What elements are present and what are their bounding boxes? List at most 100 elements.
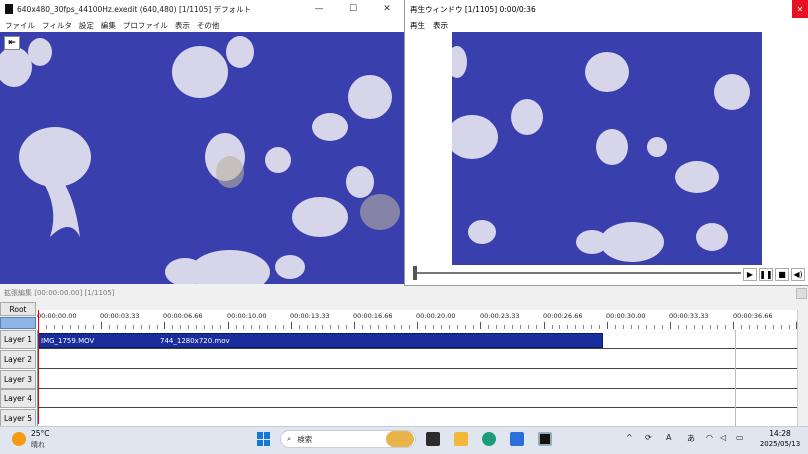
menu-file[interactable]: ファイル [5, 20, 35, 31]
ruler-tick [559, 325, 561, 329]
main-window-title: 640x480_30fps_44100Hz.exedit (640,480) [… [17, 4, 252, 14]
layer-2-row[interactable] [37, 350, 808, 369]
time-ruler[interactable]: 00:00:00.00 00:00:03.33 00:00:06.66 00:0… [37, 310, 798, 330]
menu-view[interactable]: 表示 [175, 20, 190, 31]
timeline-vscroll[interactable] [797, 310, 808, 426]
ruler-tick [630, 325, 632, 329]
seek-handle[interactable] [413, 266, 417, 280]
ruler-tick [124, 325, 126, 329]
pause-button[interactable]: ❚❚ [759, 268, 773, 281]
chevron-up-icon[interactable]: ^ [626, 433, 633, 442]
ruler-tick [701, 325, 703, 329]
volume-button[interactable]: ◀) [791, 268, 805, 281]
jump-to-start-button[interactable]: ⇤ [4, 36, 20, 50]
menu-preview-view[interactable]: 表示 [433, 20, 448, 31]
layer-2-label[interactable]: Layer 2 [0, 350, 36, 369]
ruler-tick [504, 325, 506, 329]
wifi-icon[interactable]: ◠ [706, 433, 713, 442]
search-highlight-icon[interactable] [386, 431, 414, 447]
store-icon[interactable] [510, 432, 524, 446]
ruler-tick [251, 325, 253, 329]
ruler-tick [496, 325, 498, 329]
ruler-tick [275, 325, 276, 329]
ruler-tick [519, 325, 521, 329]
ruler-tick [282, 325, 284, 329]
ruler-tick [425, 325, 427, 329]
task-view-icon[interactable] [426, 432, 440, 446]
seek-bar[interactable] [415, 272, 741, 274]
main-titlebar[interactable]: 640x480_30fps_44100Hz.exedit (640,480) [… [0, 0, 404, 18]
ruler-tick [369, 325, 371, 329]
ruler-tick [172, 325, 174, 329]
layer-1-label[interactable]: Layer 1 [0, 330, 36, 349]
ruler-tick [685, 325, 687, 329]
root-scene-button[interactable]: Root [0, 302, 36, 316]
ruler-tick [53, 325, 55, 329]
sync-icon[interactable]: ⟳ [645, 433, 652, 442]
layer-4-row[interactable] [37, 389, 808, 408]
sun-icon[interactable] [12, 432, 26, 446]
menu-settings[interactable]: 設定 [79, 20, 94, 31]
ruler-tick [401, 325, 403, 329]
menu-play[interactable]: 再生 [410, 20, 425, 31]
preview-video-frame [452, 32, 762, 265]
menu-other[interactable]: その他 [197, 20, 220, 31]
font-icon[interactable]: A [666, 433, 671, 442]
battery-icon[interactable]: ▭ [736, 433, 744, 442]
ruler-tick [693, 325, 695, 329]
ruler-tick [330, 325, 332, 329]
ruler-tick [298, 325, 300, 329]
ruler-tick [440, 325, 442, 329]
ruler-tick [551, 325, 553, 329]
ruler-tick [156, 325, 158, 329]
clip-label-2: 744_1280x720.mov [160, 337, 230, 345]
layer-3-row[interactable] [37, 370, 808, 389]
clock-date[interactable]: 2025/05/13 [756, 440, 804, 448]
aviutl-app-icon[interactable] [538, 432, 552, 446]
zoom-bar[interactable] [0, 317, 36, 329]
edge-browser-icon[interactable] [482, 432, 496, 446]
search-placeholder: 検索 [297, 434, 313, 444]
ruler-tick [393, 325, 395, 329]
weather-temperature[interactable]: 25°C [31, 429, 50, 438]
ruler-tick [535, 325, 537, 329]
ruler-tick [717, 325, 719, 329]
ruler-tick [583, 325, 585, 329]
menu-edit[interactable]: 編集 [101, 20, 116, 31]
ruler-tick [109, 325, 111, 329]
windows-start-icon[interactable] [257, 432, 271, 446]
menu-profile[interactable]: プロファイル [123, 20, 168, 31]
ruler-tick [598, 325, 600, 329]
preview-window: 再生ウィンドウ [1/1105] 0:00/0:36 ✕ 再生 表示 ▶ ❚❚ … [404, 0, 808, 286]
ruler-label: 00:00:20.00 [416, 312, 456, 320]
ruler-label: 00:00:36.66 [733, 312, 773, 320]
preview-close-button[interactable]: ✕ [792, 0, 808, 18]
layer-4-label[interactable]: Layer 4 [0, 389, 36, 408]
clock-time[interactable]: 14:28 [758, 429, 802, 438]
ruler-tick [709, 325, 711, 329]
ruler-tick [211, 325, 213, 329]
close-button[interactable]: ✕ [370, 0, 404, 18]
ruler-tick [188, 325, 190, 329]
menu-filter[interactable]: フィルタ [42, 20, 72, 31]
ruler-tick [377, 325, 379, 329]
ruler-tick [591, 325, 592, 329]
layer-3-label[interactable]: Layer 3 [0, 370, 36, 389]
play-button[interactable]: ▶ [743, 268, 757, 281]
ruler-tick [361, 325, 363, 329]
playhead-cursor[interactable] [38, 310, 39, 424]
maximize-button[interactable]: ☐ [336, 0, 370, 18]
file-explorer-icon[interactable] [454, 432, 468, 446]
ruler-label: 00:00:13.33 [290, 312, 330, 320]
language-icon[interactable]: あ [687, 433, 695, 444]
minimize-button[interactable]: — [302, 0, 336, 18]
main-video-frame [0, 32, 404, 284]
preview-titlebar[interactable]: 再生ウィンドウ [1/1105] 0:00/0:36 [405, 0, 808, 18]
speaker-icon[interactable]: ◁ [720, 433, 726, 442]
main-window: 640x480_30fps_44100Hz.exedit (640,480) [… [0, 0, 404, 284]
video-clip[interactable] [38, 333, 603, 348]
ruler-tick [780, 325, 782, 329]
stop-button[interactable]: ■ [775, 268, 789, 281]
weather-condition[interactable]: 晴れ [31, 440, 45, 450]
timeline-hscroll[interactable] [796, 288, 807, 299]
